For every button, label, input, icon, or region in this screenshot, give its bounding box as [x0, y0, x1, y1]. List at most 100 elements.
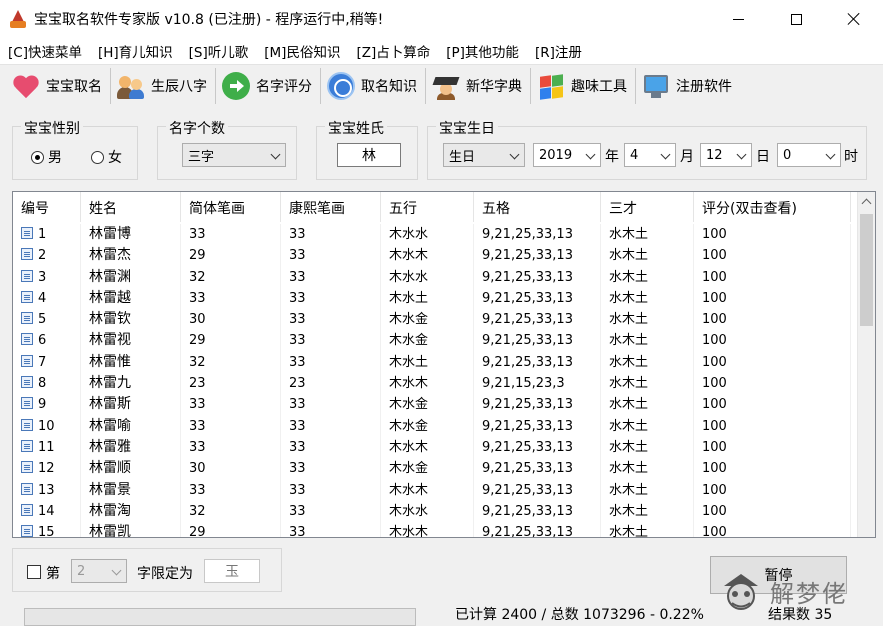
cell-three-talents: 水木土	[601, 224, 694, 246]
cell-name: 林雷淘	[81, 500, 181, 523]
cell-kangxi-strokes-text: 33	[289, 227, 306, 242]
cell-kangxi-strokes-text: 33	[289, 354, 306, 370]
surname-input[interactable]: 林	[337, 143, 401, 167]
name-count-group: 名字个数 三字	[157, 118, 297, 180]
table-row[interactable]: 2 林雷杰 29 33 木水木 9,21,25,33,13 水木土 100	[13, 245, 851, 267]
scroll-up-icon[interactable]	[861, 198, 872, 209]
cell-number-text: 5	[38, 312, 47, 328]
gender-male-radio[interactable]: 男	[31, 147, 62, 167]
menu-folk[interactable]: [M]民俗知识	[264, 41, 340, 61]
cell-name-text: 林雷惟	[89, 353, 131, 370]
close-button[interactable]	[825, 0, 883, 38]
col-kangxi-strokes[interactable]: 康熙笔画	[281, 192, 381, 222]
month-select[interactable]: 4	[624, 143, 676, 167]
menu-quick[interactable]: [C]快速菜单	[8, 41, 82, 61]
menu-other[interactable]: [P]其他功能	[446, 41, 519, 61]
cell-kangxi-strokes-text: 33	[289, 290, 306, 306]
gender-female-label: 女	[108, 150, 122, 166]
cell-five-grids: 9,21,25,33,13	[474, 415, 601, 437]
cell-simplified-strokes: 33	[181, 224, 281, 246]
table-row[interactable]: 11 林雷雅 33 33 木水木 9,21,25,33,13 水木土 100	[13, 436, 851, 459]
table-row[interactable]: 15 林雷凯 29 33 木水木 9,21,25,33,13 水木土 100	[13, 522, 851, 538]
cell-five-grids-text: 9,21,25,33,13	[482, 461, 573, 477]
hour-select[interactable]: 0	[777, 143, 841, 167]
table-row[interactable]: 5 林雷钦 30 33 木水金 9,21,25,33,13 水木土 100	[13, 309, 851, 331]
birth-chart-button[interactable]: 生辰八字	[111, 67, 216, 104]
cell-kangxi-strokes: 33	[281, 287, 381, 310]
cell-kangxi-strokes: 33	[281, 500, 381, 523]
cell-name-text: 林雷越	[89, 289, 131, 306]
fun-tools-button[interactable]: 趣味工具	[531, 67, 636, 104]
chevron-down-icon	[736, 149, 747, 160]
calendar-type-select[interactable]: 生日	[443, 143, 525, 167]
cell-number: 5	[13, 309, 81, 331]
watermark-text: 解梦佬	[770, 580, 848, 608]
table-row[interactable]: 12 林雷顺 30 33 木水金 9,21,25,33,13 水木土 100	[13, 458, 851, 480]
cell-kangxi-strokes-text: 33	[289, 397, 306, 413]
char-position-select[interactable]: 2	[71, 559, 127, 583]
cell-kangxi-strokes-text: 33	[289, 333, 306, 349]
table-row[interactable]: 10 林雷喻 33 33 木水金 9,21,25,33,13 水木土 100	[13, 415, 851, 437]
cell-name-text: 林雷景	[89, 481, 131, 498]
radio-unchecked-icon	[91, 150, 104, 164]
menu-register[interactable]: [R]注册	[535, 41, 582, 61]
chevron-down-icon	[825, 149, 836, 160]
title-bar: 宝宝取名软件专家版 v10.8 (已注册) - 程序运行中,稍等!	[0, 0, 883, 38]
scroll-thumb[interactable]	[860, 214, 873, 326]
cell-three-talents-text: 水木土	[609, 503, 649, 519]
naming-knowledge-button[interactable]: 取名知识	[321, 67, 426, 104]
col-number[interactable]: 编号	[13, 192, 81, 222]
cell-name: 林雷越	[81, 287, 181, 310]
table-row[interactable]: 9 林雷斯 33 33 木水金 9,21,25,33,13 水木土 100	[13, 394, 851, 416]
table-row[interactable]: 3 林雷渊 32 33 木水水 9,21,25,33,13 水木土 100	[13, 266, 851, 288]
cell-number: 10	[13, 415, 81, 437]
cell-name: 林雷惟	[81, 351, 181, 374]
cell-three-talents: 水木土	[601, 458, 694, 480]
dictionary-button[interactable]: 新华字典	[426, 67, 531, 104]
cell-five-grids: 9,21,25,33,13	[474, 245, 601, 267]
table-row[interactable]: 6 林雷视 29 33 木水金 9,21,25,33,13 水木土 100	[13, 330, 851, 352]
name-count-select[interactable]: 三字	[182, 143, 286, 167]
table-row[interactable]: 14 林雷淘 32 33 木水水 9,21,25,33,13 水木土 100	[13, 500, 851, 523]
table-header: 编号 姓名 简体笔画 康熙笔画 五行 五格 三才 评分(双击查看)	[13, 192, 851, 222]
menu-divination[interactable]: [Z]占卜算命	[356, 41, 430, 61]
cell-three-talents: 水木土	[601, 500, 694, 523]
table-row[interactable]: 4 林雷越 33 33 木水土 9,21,25,33,13 水木土 100	[13, 287, 851, 310]
month-value: 4	[630, 147, 639, 163]
col-five-elements[interactable]: 五行	[381, 192, 474, 222]
gender-female-radio[interactable]: 女	[91, 147, 122, 167]
day-select[interactable]: 12	[700, 143, 752, 167]
cell-simplified-strokes-text: 32	[189, 354, 206, 370]
cell-score: 100	[694, 394, 851, 416]
vertical-scrollbar[interactable]	[857, 192, 875, 537]
cell-score-text: 100	[702, 503, 727, 519]
cell-number: 14	[13, 500, 81, 523]
col-three-talents[interactable]: 三才	[601, 192, 694, 222]
cell-five-grids: 9,21,25,33,13	[474, 224, 601, 246]
minimize-button[interactable]	[709, 0, 767, 38]
table-row[interactable]: 7 林雷惟 32 33 木水土 9,21,25,33,13 水木土 100	[13, 351, 851, 374]
cell-name: 林雷杰	[81, 245, 181, 267]
menu-songs[interactable]: [S]听儿歌	[189, 41, 249, 61]
char-filter-checkbox[interactable]	[27, 565, 41, 579]
cell-name-text: 林雷渊	[89, 268, 131, 285]
cell-simplified-strokes-text: 29	[189, 525, 206, 538]
baby-naming-button[interactable]: 宝宝取名	[6, 67, 111, 104]
register-software-button[interactable]: 注册软件	[636, 68, 740, 104]
col-score[interactable]: 评分(双击查看)	[694, 192, 851, 222]
maximize-button[interactable]	[767, 0, 825, 38]
cell-five-elements: 木水木	[381, 479, 474, 501]
table-row[interactable]: 13 林雷景 33 33 木水木 9,21,25,33,13 水木土 100	[13, 479, 851, 501]
year-select[interactable]: 2019	[533, 143, 601, 167]
cell-kangxi-strokes: 33	[281, 309, 381, 331]
chevron-down-icon	[111, 565, 122, 576]
char-filter-input[interactable]: 玉	[204, 559, 260, 583]
col-name[interactable]: 姓名	[81, 192, 181, 222]
col-simplified-strokes[interactable]: 简体笔画	[181, 192, 281, 222]
cell-kangxi-strokes-text: 33	[289, 482, 306, 498]
menu-parenting[interactable]: [H]育儿知识	[98, 41, 173, 61]
table-row[interactable]: 8 林雷九 23 23 木水木 9,21,15,23,3 水木土 100	[13, 373, 851, 395]
col-five-grids[interactable]: 五格	[474, 192, 601, 222]
name-score-button[interactable]: 名字评分	[216, 67, 321, 104]
table-row[interactable]: 1 林雷博 33 33 木水水 9,21,25,33,13 水木土 100	[13, 224, 851, 246]
